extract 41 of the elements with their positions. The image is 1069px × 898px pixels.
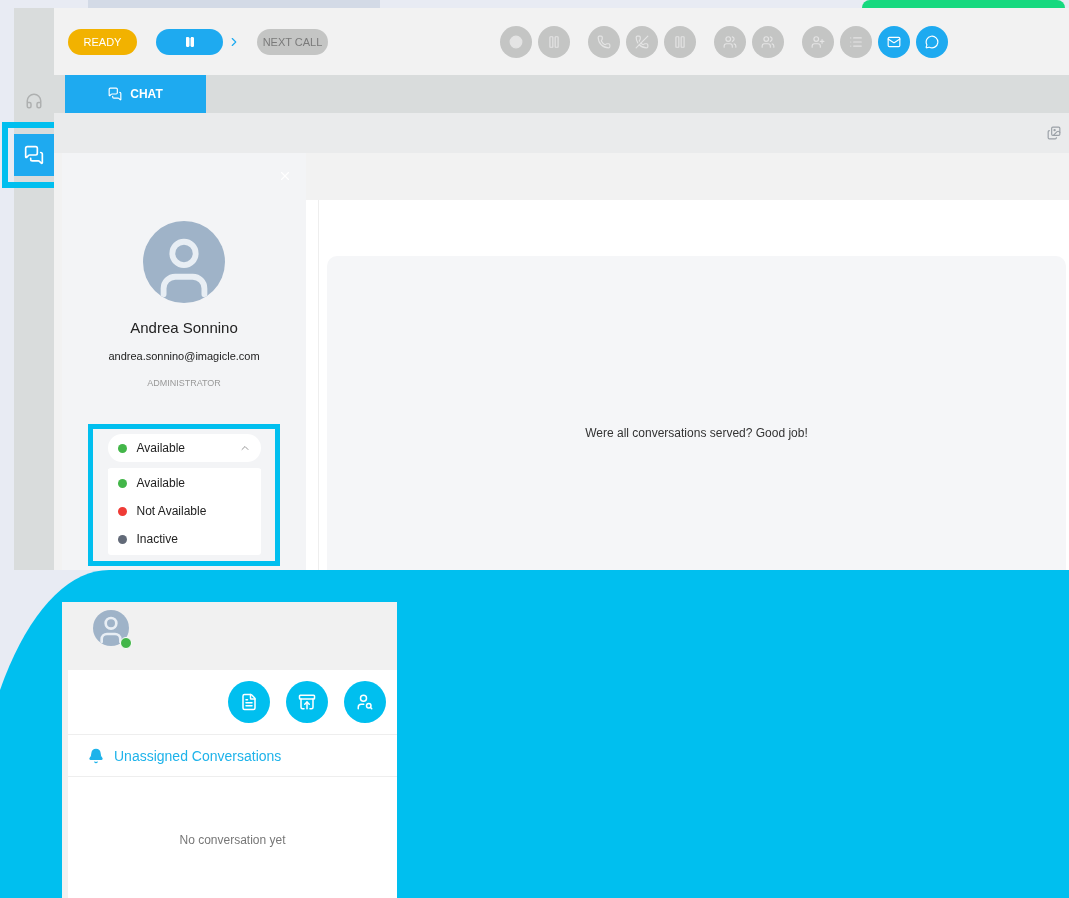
- people-button[interactable]: [714, 25, 746, 58]
- pause-icon: [673, 34, 687, 49]
- user-name: Andrea Sonnino: [130, 319, 238, 336]
- mail-icon: [887, 34, 901, 49]
- pause-icon: [183, 35, 196, 48]
- pause-icon: [547, 34, 561, 49]
- images-icon[interactable]: [1047, 126, 1061, 140]
- add-person-icon: [811, 34, 825, 49]
- status-select[interactable]: Available: [107, 434, 261, 462]
- avatar-placeholder: [93, 610, 129, 646]
- pause-button[interactable]: [664, 25, 696, 58]
- add-person-button[interactable]: [802, 25, 834, 58]
- user-role: ADMINISTRATOR: [147, 378, 221, 388]
- chat-bubbles-icon: [108, 87, 123, 101]
- bell-icon: [88, 747, 104, 764]
- list-button[interactable]: [840, 25, 872, 58]
- user-search-icon: [356, 693, 374, 711]
- document-button[interactable]: [228, 681, 270, 723]
- hang-up-icon: [635, 34, 649, 49]
- people-button[interactable]: [752, 25, 784, 58]
- user-search-button[interactable]: [344, 681, 386, 723]
- list-icon: [849, 34, 863, 49]
- archive-button[interactable]: [286, 681, 328, 723]
- chat-bubble-icon: [925, 34, 939, 49]
- phone-button[interactable]: [588, 25, 620, 58]
- hang-up-button[interactable]: [626, 25, 658, 58]
- record-icon: [509, 34, 523, 49]
- empty-message: Were all conversations served? Good job!: [585, 426, 808, 442]
- archive-icon: [298, 693, 316, 711]
- chat-bubble-button[interactable]: [916, 25, 948, 58]
- user-email: andrea.sonnino@imagicle.com: [108, 350, 260, 362]
- chat-bubbles-icon[interactable]: [14, 134, 54, 176]
- people-icon: [761, 34, 775, 49]
- pause-button[interactable]: [538, 25, 570, 58]
- empty-text: No conversation yet: [178, 833, 287, 847]
- document-icon: [240, 693, 258, 711]
- record-button[interactable]: [500, 25, 532, 58]
- people-icon: [723, 34, 737, 49]
- phone-icon: [597, 34, 611, 49]
- mail-button[interactable]: [878, 25, 910, 58]
- pause-button[interactable]: [156, 28, 223, 55]
